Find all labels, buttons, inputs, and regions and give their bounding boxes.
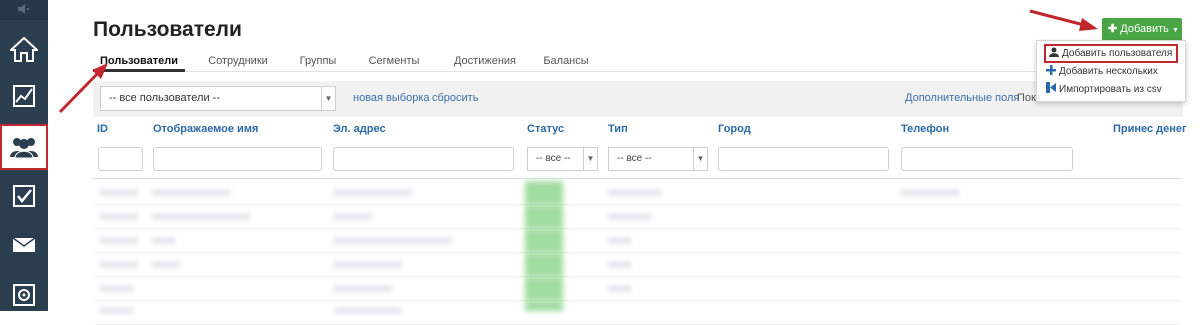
caret-down-icon: ▼ <box>1171 27 1179 34</box>
chevron-down-icon: ▼ <box>583 148 597 170</box>
header-divider <box>93 178 1183 179</box>
menu-item-add-several[interactable]: Добавить нескольких <box>1046 65 1158 78</box>
blurred-status <box>525 205 563 229</box>
blurred-cell <box>151 237 176 244</box>
email-filter-input[interactable] <box>333 147 514 171</box>
blurred-status <box>525 229 563 253</box>
sidebar-item-mail[interactable] <box>0 222 48 268</box>
phone-filter-input[interactable] <box>901 147 1073 171</box>
filter-bar: -- все пользователи -- ▼ новая выборка с… <box>93 81 1183 117</box>
blurred-cell <box>99 189 139 196</box>
blurred-cell <box>151 213 251 220</box>
annotation-arrow-add <box>1029 9 1098 31</box>
tab-balances[interactable]: Балансы <box>543 50 589 72</box>
id-filter-input[interactable] <box>98 147 143 171</box>
table-row[interactable] <box>95 301 1180 325</box>
blurred-cell <box>151 261 181 268</box>
blurred-cell <box>99 237 139 244</box>
blurred-cell <box>99 261 139 268</box>
blurred-cell <box>99 285 134 292</box>
table-row[interactable] <box>95 253 1180 277</box>
menu-item-label: Добавить пользователя <box>1062 48 1173 59</box>
add-dropdown-menu: Добавить пользователя Добавить нескольки… <box>1036 40 1186 102</box>
users-icon <box>10 138 38 159</box>
column-header-email[interactable]: Эл. адрес <box>333 123 386 135</box>
blurred-cell <box>333 237 453 244</box>
blurred-cell <box>151 189 231 196</box>
column-header-city[interactable]: Город <box>718 123 751 135</box>
user-icon <box>1049 47 1059 57</box>
blurred-cell <box>333 285 393 292</box>
blurred-cell <box>333 261 403 268</box>
blurred-status <box>525 277 563 301</box>
city-filter-input[interactable] <box>718 147 889 171</box>
tab-users[interactable]: Пользователи <box>93 50 185 72</box>
volume-icon <box>18 4 29 14</box>
menu-item-label: Импортировать из csv <box>1059 84 1162 95</box>
column-header-status[interactable]: Статус <box>527 123 564 135</box>
type-filter-value: -- все -- <box>617 153 652 164</box>
tab-bar: Пользователи Сотрудники Группы Сегменты … <box>93 50 1183 72</box>
blurred-cell <box>900 189 960 196</box>
menu-item-add-user[interactable]: Добавить пользователя <box>1044 44 1179 63</box>
sidebar-item-home[interactable] <box>0 26 48 72</box>
reset-link[interactable]: сбросить <box>432 92 478 104</box>
extra-fields-link[interactable]: Дополнительные поля <box>905 92 1019 104</box>
chart-icon <box>13 85 35 107</box>
table-row[interactable] <box>95 181 1180 205</box>
blurred-status <box>525 301 563 311</box>
blurred-cell <box>607 285 632 292</box>
table-row[interactable] <box>95 205 1180 229</box>
column-header-display-name[interactable]: Отображаемое имя <box>153 123 258 135</box>
blurred-cell <box>333 213 373 220</box>
tab-employees[interactable]: Сотрудники <box>198 50 278 72</box>
status-filter-value: -- все -- <box>536 153 571 164</box>
plus-icon <box>1046 65 1056 75</box>
status-filter-select[interactable]: -- все -- ▼ <box>527 147 598 171</box>
import-icon <box>1046 82 1056 93</box>
sidebar <box>0 0 48 311</box>
column-header-revenue[interactable]: Принес денег <box>1113 123 1187 135</box>
mail-icon <box>12 237 36 252</box>
user-selection-value: -- все пользователи -- <box>109 92 221 104</box>
column-header-type[interactable]: Тип <box>608 123 628 135</box>
table-row[interactable] <box>95 229 1180 253</box>
page-title: Пользователи <box>93 18 242 41</box>
type-filter-select[interactable]: -- все -- ▼ <box>608 147 708 171</box>
sidebar-item-analytics[interactable] <box>0 73 48 119</box>
home-icon <box>10 36 38 62</box>
new-selection-link[interactable]: новая выборка <box>353 92 430 104</box>
menu-item-import-csv[interactable]: Импортировать из csv <box>1046 82 1162 96</box>
blurred-cell <box>607 237 632 244</box>
sidebar-item-users[interactable] <box>0 124 48 170</box>
blurred-cell <box>607 261 632 268</box>
sidebar-item-safe[interactable] <box>0 272 48 318</box>
safe-icon <box>13 284 35 306</box>
chevron-down-icon: ▼ <box>321 87 335 110</box>
tab-segments[interactable]: Сегменты <box>365 50 423 72</box>
table-row[interactable] <box>95 277 1180 301</box>
tab-achievements[interactable]: Достижения <box>445 50 525 72</box>
blurred-status <box>525 253 563 277</box>
sidebar-top <box>0 0 48 20</box>
sidebar-item-tasks[interactable] <box>0 173 48 219</box>
column-header-phone[interactable]: Телефон <box>901 123 949 135</box>
tab-groups[interactable]: Группы <box>293 50 343 72</box>
column-header-id[interactable]: ID <box>97 123 108 135</box>
user-selection-select[interactable]: -- все пользователи -- ▼ <box>100 86 336 111</box>
name-filter-input[interactable] <box>153 147 322 171</box>
blurred-status <box>525 181 563 205</box>
blurred-cell <box>607 213 652 220</box>
show-label: Пок <box>1017 92 1036 104</box>
add-button-label: Добавить <box>1120 23 1169 35</box>
chevron-down-icon: ▼ <box>693 148 707 170</box>
blurred-cell <box>99 213 139 220</box>
plus-icon: ✚ <box>1108 23 1118 35</box>
add-button[interactable]: ✚ Добавить ▼ <box>1102 18 1182 41</box>
blurred-cell <box>607 189 662 196</box>
menu-item-label: Добавить нескольких <box>1059 66 1158 77</box>
checkbox-icon <box>13 185 35 207</box>
blurred-cell <box>333 189 413 196</box>
